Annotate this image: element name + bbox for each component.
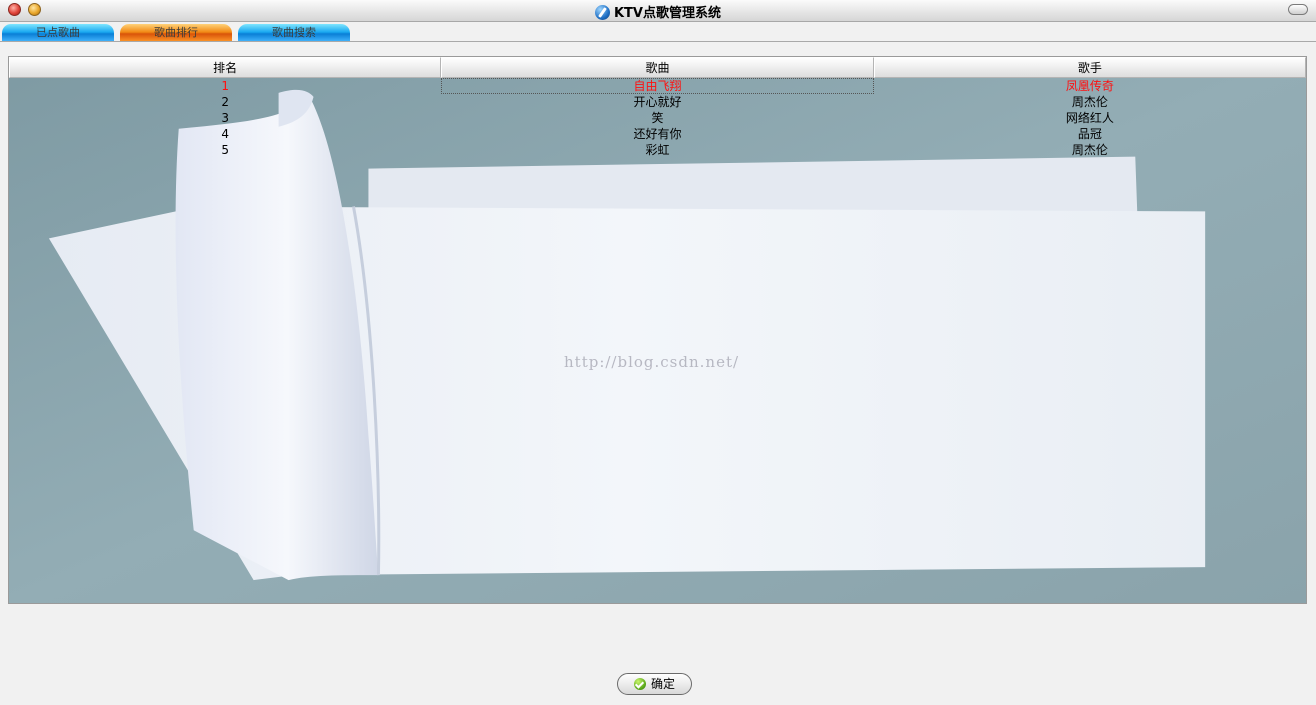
title-bar: KTV点歌管理系统 [0,0,1316,22]
tab-divider [0,41,1316,42]
table-header-row: 排名 歌曲 歌手 [9,57,1306,78]
watermark-text: http://blog.csdn.net/ [564,353,740,371]
confirm-button[interactable]: 确定 [617,673,692,695]
ranking-table[interactable]: 排名 歌曲 歌手 1 自由飞翔 凤凰传奇 2 开心就好 周杰伦 3 笑 网络红人… [8,56,1307,604]
song-cell[interactable]: 彩虹 [441,142,873,158]
tab-strip: 已点歌曲 歌曲排行 歌曲搜索 [0,22,1316,42]
table-row[interactable]: 2 开心就好 周杰伦 [9,94,1306,110]
song-cell[interactable]: 笑 [441,110,873,126]
song-cell[interactable]: 自由飞翔 [441,78,874,94]
confirm-button-label: 确定 [650,677,675,691]
table-row[interactable]: 4 还好有你 品冠 [9,126,1306,142]
column-header-rank[interactable]: 排名 [9,57,442,78]
singer-cell[interactable]: 周杰伦 [874,94,1306,110]
tab-song-ranking[interactable]: 歌曲排行 [120,24,232,42]
rank-cell[interactable]: 2 [9,94,441,110]
table-row[interactable]: 3 笑 网络红人 [9,110,1306,126]
table-row[interactable]: 5 彩虹 周杰伦 [9,142,1306,158]
toolbar-toggle-button[interactable] [1288,4,1308,15]
rank-cell[interactable]: 4 [9,126,441,142]
rank-cell[interactable]: 3 [9,110,441,126]
rank-cell[interactable]: 5 [9,142,441,158]
tab-ordered-songs[interactable]: 已点歌曲 [2,24,114,42]
check-icon [633,678,646,690]
table-body: 1 自由飞翔 凤凰传奇 2 开心就好 周杰伦 3 笑 网络红人 4 还好有你 品… [9,78,1306,158]
table-row[interactable]: 1 自由飞翔 凤凰传奇 [9,78,1306,94]
singer-cell[interactable]: 凤凰传奇 [874,78,1306,94]
tab-song-search[interactable]: 歌曲搜索 [238,24,350,42]
singer-cell[interactable]: 周杰伦 [874,142,1306,158]
window-title: KTV点歌管理系统 [613,6,721,21]
song-cell[interactable]: 还好有你 [441,126,873,142]
singer-cell[interactable]: 网络红人 [874,110,1306,126]
app-icon [594,5,610,20]
column-header-singer[interactable]: 歌手 [873,57,1306,78]
column-header-song[interactable]: 歌曲 [441,57,874,78]
rank-cell[interactable]: 1 [9,78,441,94]
song-cell[interactable]: 开心就好 [441,94,873,110]
window-title-group: KTV点歌管理系统 [0,2,1316,21]
singer-cell[interactable]: 品冠 [874,126,1306,142]
